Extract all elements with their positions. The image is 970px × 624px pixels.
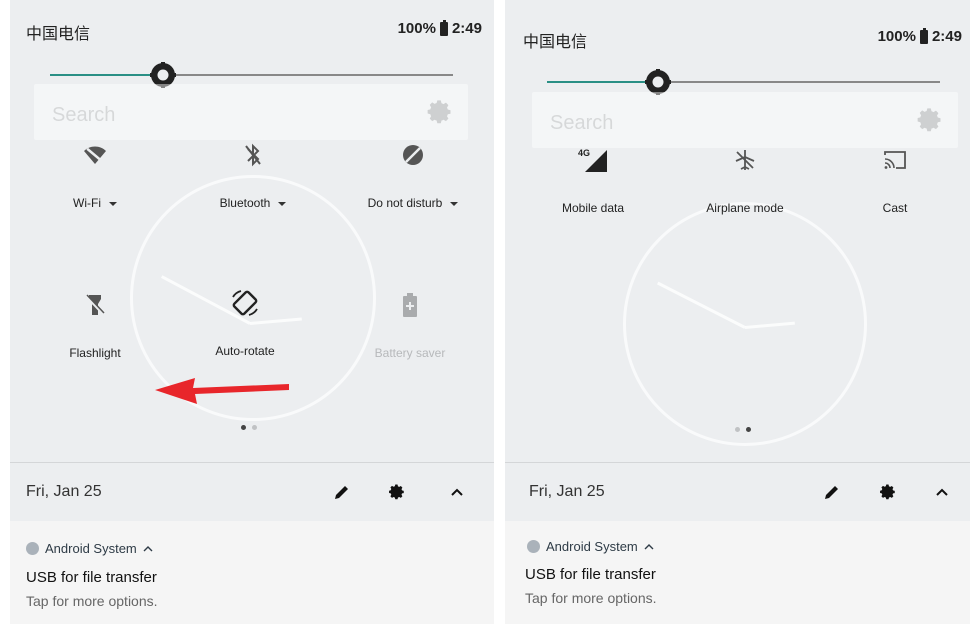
battery-percent: 100% bbox=[397, 20, 436, 37]
carrier-name: 中国电信 bbox=[523, 34, 588, 51]
brightness-track-filled bbox=[547, 81, 657, 83]
tile-cast-label: Cast bbox=[882, 201, 908, 215]
clock-time: 2:49 bbox=[451, 20, 482, 37]
battery-icon bbox=[439, 19, 448, 36]
edit-pencil-icon[interactable] bbox=[333, 483, 351, 501]
quick-settings-footer: Fri, Jan 25 bbox=[10, 462, 494, 521]
battery-percent: 100% bbox=[877, 28, 916, 45]
search-settings-gear-icon bbox=[427, 100, 451, 124]
quick-settings-panel-page-1: 中国电信 100% 2:49 Search Wi-Fi Bluetooth Do… bbox=[10, 0, 494, 624]
page-dot-1 bbox=[241, 425, 246, 430]
tile-wifi-label: Wi-Fi bbox=[73, 196, 101, 210]
tile-bluetooth-label: Bluetooth bbox=[219, 196, 271, 210]
auto-rotate-icon bbox=[232, 290, 258, 316]
tile-mobile-data[interactable]: 4G Mobile data bbox=[538, 145, 648, 215]
collapse-chevron-icon[interactable] bbox=[450, 483, 464, 501]
notification-card[interactable]: Android System USB for file transfer Tap… bbox=[505, 521, 970, 624]
tile-airplane-mode-label: Airplane mode bbox=[706, 201, 784, 215]
tile-flashlight-label: Flashlight bbox=[69, 346, 121, 360]
page-dot-2 bbox=[252, 425, 257, 430]
quick-settings-footer: Fri, Jan 25 bbox=[505, 462, 970, 521]
tile-battery-saver[interactable]: Battery saver bbox=[355, 290, 465, 360]
svg-text:4G: 4G bbox=[578, 148, 590, 158]
brightness-slider[interactable] bbox=[50, 62, 453, 88]
wifi-off-icon bbox=[84, 146, 106, 164]
tile-auto-rotate[interactable]: Auto-rotate bbox=[190, 288, 300, 358]
tile-battery-saver-label: Battery saver bbox=[374, 346, 446, 360]
page-dot-1 bbox=[735, 427, 740, 432]
page-dot-2 bbox=[746, 427, 751, 432]
cast-icon bbox=[884, 151, 906, 169]
search-placeholder: Search bbox=[52, 104, 116, 126]
page-indicator bbox=[735, 427, 751, 432]
mobile-data-4g-icon: 4G bbox=[578, 148, 607, 172]
brightness-track-filled bbox=[50, 74, 163, 76]
search-placeholder: Search bbox=[550, 112, 614, 134]
expand-notification-icon[interactable] bbox=[644, 543, 654, 551]
do-not-disturb-dropdown-icon[interactable] bbox=[450, 201, 459, 206]
notification-text: Tap for more options. bbox=[26, 593, 158, 609]
annotation-arrow bbox=[155, 378, 289, 404]
bluetooth-off-icon bbox=[245, 143, 261, 167]
bluetooth-dropdown-icon[interactable] bbox=[278, 201, 287, 206]
notification-title: USB for file transfer bbox=[26, 569, 157, 586]
airplane-mode-icon bbox=[735, 150, 755, 170]
collapse-chevron-icon[interactable] bbox=[935, 483, 949, 501]
settings-search-bar[interactable]: Search bbox=[34, 84, 468, 140]
android-system-icon bbox=[527, 540, 540, 553]
android-system-icon bbox=[26, 542, 39, 555]
edit-pencil-icon[interactable] bbox=[823, 483, 841, 501]
carrier-name: 中国电信 bbox=[26, 26, 91, 43]
tile-flashlight[interactable]: Flashlight bbox=[40, 290, 150, 360]
wifi-dropdown-icon[interactable] bbox=[108, 201, 117, 206]
notification-text: Tap for more options. bbox=[525, 590, 657, 606]
clock-wallpaper bbox=[623, 202, 867, 446]
notification-title: USB for file transfer bbox=[525, 566, 656, 583]
tile-bluetooth[interactable]: Bluetooth bbox=[198, 140, 308, 210]
brightness-track bbox=[163, 74, 453, 76]
settings-search-bar[interactable]: Search bbox=[532, 92, 958, 148]
tile-do-not-disturb[interactable]: Do not disturb bbox=[348, 140, 478, 210]
settings-gear-icon[interactable] bbox=[388, 483, 406, 501]
clock-time: 2:49 bbox=[931, 28, 962, 45]
battery-saver-icon bbox=[403, 293, 417, 317]
flashlight-off-icon bbox=[85, 294, 105, 316]
status-bar: 中国电信 100% 2:49 bbox=[505, 8, 970, 66]
tile-wifi[interactable]: Wi-Fi bbox=[40, 140, 150, 210]
tile-airplane-mode[interactable]: Airplane mode bbox=[690, 145, 800, 215]
date-label: Fri, Jan 25 bbox=[26, 483, 102, 500]
settings-gear-icon[interactable] bbox=[879, 483, 897, 501]
brightness-track bbox=[657, 81, 940, 83]
battery-icon bbox=[919, 27, 928, 44]
tile-mobile-data-label: Mobile data bbox=[561, 201, 625, 215]
notification-card[interactable]: Android System USB for file transfer Tap… bbox=[10, 521, 494, 624]
expand-notification-icon[interactable] bbox=[143, 545, 153, 553]
notification-app-name: Android System bbox=[546, 539, 638, 554]
search-settings-gear-icon bbox=[917, 108, 941, 132]
status-bar: 中国电信 100% 2:49 bbox=[10, 0, 494, 58]
brightness-slider[interactable] bbox=[547, 69, 940, 95]
tile-cast[interactable]: Cast bbox=[840, 145, 950, 215]
quick-settings-panel-page-2: 中国电信 100% 2:49 Search 4G Mobile data Air… bbox=[505, 0, 970, 624]
tile-do-not-disturb-label: Do not disturb bbox=[367, 196, 443, 210]
notification-app-name: Android System bbox=[45, 541, 137, 556]
tile-auto-rotate-label: Auto-rotate bbox=[215, 344, 275, 358]
page-indicator bbox=[241, 425, 257, 430]
do-not-disturb-icon bbox=[403, 145, 423, 165]
date-label: Fri, Jan 25 bbox=[529, 483, 605, 500]
